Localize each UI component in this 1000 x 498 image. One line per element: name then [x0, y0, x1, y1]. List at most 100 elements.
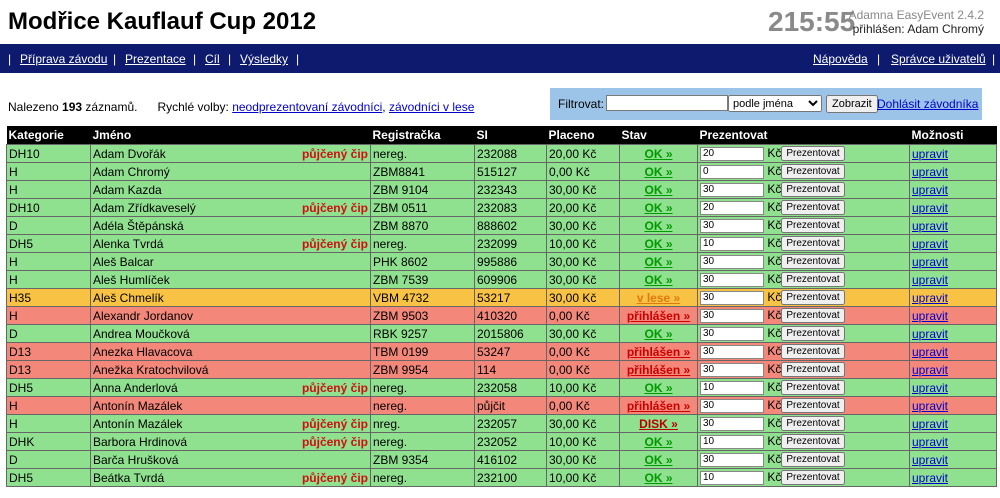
- nav-item-cil[interactable]: Cíl: [205, 52, 220, 66]
- presentation-amount-input[interactable]: [700, 200, 764, 215]
- quick-link-v-lese[interactable]: závodníci v lese: [389, 100, 474, 114]
- status-link[interactable]: přihlášen »: [619, 396, 698, 415]
- quick-link-neodprezentovani[interactable]: neodprezentovaní závodníci: [232, 100, 382, 114]
- cell-presentation: KčPrezentovat: [697, 216, 910, 235]
- presentation-button[interactable]: Prezentovat: [781, 146, 845, 162]
- edit-link[interactable]: upravit: [912, 147, 948, 161]
- edit-link[interactable]: upravit: [912, 237, 948, 251]
- edit-link[interactable]: upravit: [912, 399, 948, 413]
- presentation-amount-input[interactable]: [700, 164, 764, 179]
- status-link[interactable]: OK »: [619, 252, 698, 271]
- presentation-amount-input[interactable]: [700, 254, 764, 269]
- nav-item-spravce[interactable]: Správce uživatelů: [891, 52, 986, 66]
- edit-link[interactable]: upravit: [912, 183, 948, 197]
- presentation-amount-input[interactable]: [700, 218, 764, 233]
- presentation-button[interactable]: Prezentovat: [781, 452, 845, 468]
- presentation-button[interactable]: Prezentovat: [781, 272, 845, 288]
- edit-link[interactable]: upravit: [912, 363, 948, 377]
- status-link[interactable]: OK »: [619, 468, 698, 487]
- presentation-amount-input[interactable]: [700, 146, 764, 161]
- presentation-amount-input[interactable]: [700, 362, 764, 377]
- add-runner-link[interactable]: Dohlásit závodníka: [877, 97, 978, 111]
- presentation-button[interactable]: Prezentovat: [781, 362, 845, 378]
- presentation-button[interactable]: Prezentovat: [781, 182, 845, 198]
- presentation-amount-input[interactable]: [700, 272, 764, 287]
- edit-link[interactable]: upravit: [912, 381, 948, 395]
- cell-presentation: KčPrezentovat: [697, 468, 910, 487]
- cell-paid: 30,00 Kč: [546, 252, 620, 271]
- filter-input[interactable]: [606, 95, 728, 111]
- presentation-amount-input[interactable]: [700, 380, 764, 395]
- status-link[interactable]: přihlášen »: [619, 342, 698, 361]
- presentation-amount-input[interactable]: [700, 398, 764, 413]
- presentation-amount-input[interactable]: [700, 236, 764, 251]
- cell-category: H: [6, 414, 91, 433]
- status-link[interactable]: OK »: [619, 432, 698, 451]
- presentation-amount-input[interactable]: [700, 182, 764, 197]
- col-header-moznosti: Možnosti: [909, 126, 997, 145]
- presentation-amount-input[interactable]: [700, 434, 764, 449]
- edit-link[interactable]: upravit: [912, 291, 948, 305]
- status-link[interactable]: OK »: [619, 324, 698, 343]
- show-button[interactable]: Zobrazit: [826, 95, 878, 113]
- edit-link[interactable]: upravit: [912, 471, 948, 485]
- status-link[interactable]: OK »: [619, 378, 698, 397]
- cell-presentation: KčPrezentovat: [697, 306, 910, 325]
- nav-separator: |: [8, 52, 12, 66]
- presentation-button[interactable]: Prezentovat: [781, 164, 845, 180]
- presentation-amount-input[interactable]: [700, 416, 764, 431]
- status-link[interactable]: OK »: [619, 144, 698, 163]
- cell-options: upravit: [909, 324, 997, 343]
- presentation-amount-input[interactable]: [700, 290, 764, 305]
- edit-link[interactable]: upravit: [912, 309, 948, 323]
- nav-item-vysledky[interactable]: Výsledky: [240, 52, 288, 66]
- nav-item-priprava[interactable]: Příprava závodu: [20, 52, 107, 66]
- edit-link[interactable]: upravit: [912, 417, 948, 431]
- status-link[interactable]: OK »: [619, 162, 698, 181]
- presentation-button[interactable]: Prezentovat: [781, 398, 845, 414]
- app-name: Adamna EasyEvent 2.4.2: [848, 8, 984, 22]
- presentation-button[interactable]: Prezentovat: [781, 200, 845, 216]
- presentation-button[interactable]: Prezentovat: [781, 290, 845, 306]
- status-link[interactable]: OK »: [619, 216, 698, 235]
- status-link[interactable]: přihlášen »: [619, 306, 698, 325]
- presentation-amount-input[interactable]: [700, 344, 764, 359]
- presentation-amount-input[interactable]: [700, 452, 764, 467]
- edit-link[interactable]: upravit: [912, 453, 948, 467]
- presentation-button[interactable]: Prezentovat: [781, 326, 845, 342]
- status-link[interactable]: OK »: [619, 198, 698, 217]
- edit-link[interactable]: upravit: [912, 201, 948, 215]
- edit-link[interactable]: upravit: [912, 219, 948, 233]
- cell-paid: 10,00 Kč: [546, 378, 620, 397]
- edit-link[interactable]: upravit: [912, 165, 948, 179]
- edit-link[interactable]: upravit: [912, 435, 948, 449]
- presentation-button[interactable]: Prezentovat: [781, 236, 845, 252]
- status-link[interactable]: OK »: [619, 450, 698, 469]
- edit-link[interactable]: upravit: [912, 255, 948, 269]
- status-link[interactable]: v lese »: [619, 288, 698, 307]
- nav-item-napoveda[interactable]: Nápověda: [813, 52, 868, 66]
- cell-registration: nereg.: [370, 468, 475, 487]
- presentation-button[interactable]: Prezentovat: [781, 380, 845, 396]
- presentation-amount-input[interactable]: [700, 470, 764, 485]
- presentation-button[interactable]: Prezentovat: [781, 434, 845, 450]
- status-link[interactable]: OK »: [619, 270, 698, 289]
- cell-si: 232100: [474, 468, 547, 487]
- presentation-button[interactable]: Prezentovat: [781, 416, 845, 432]
- presentation-button[interactable]: Prezentovat: [781, 308, 845, 324]
- presentation-amount-input[interactable]: [700, 326, 764, 341]
- status-link[interactable]: DISK »: [619, 414, 698, 433]
- edit-link[interactable]: upravit: [912, 345, 948, 359]
- nav-item-prezentace[interactable]: Prezentace: [125, 52, 186, 66]
- status-link[interactable]: OK »: [619, 234, 698, 253]
- edit-link[interactable]: upravit: [912, 327, 948, 341]
- presentation-amount-input[interactable]: [700, 308, 764, 323]
- presentation-button[interactable]: Prezentovat: [781, 254, 845, 270]
- presentation-button[interactable]: Prezentovat: [781, 344, 845, 360]
- status-link[interactable]: OK »: [619, 180, 698, 199]
- edit-link[interactable]: upravit: [912, 273, 948, 287]
- presentation-button[interactable]: Prezentovat: [781, 218, 845, 234]
- status-link[interactable]: přihlášen »: [619, 360, 698, 379]
- presentation-button[interactable]: Prezentovat: [781, 470, 845, 486]
- filter-mode-select[interactable]: podle jména: [728, 95, 822, 112]
